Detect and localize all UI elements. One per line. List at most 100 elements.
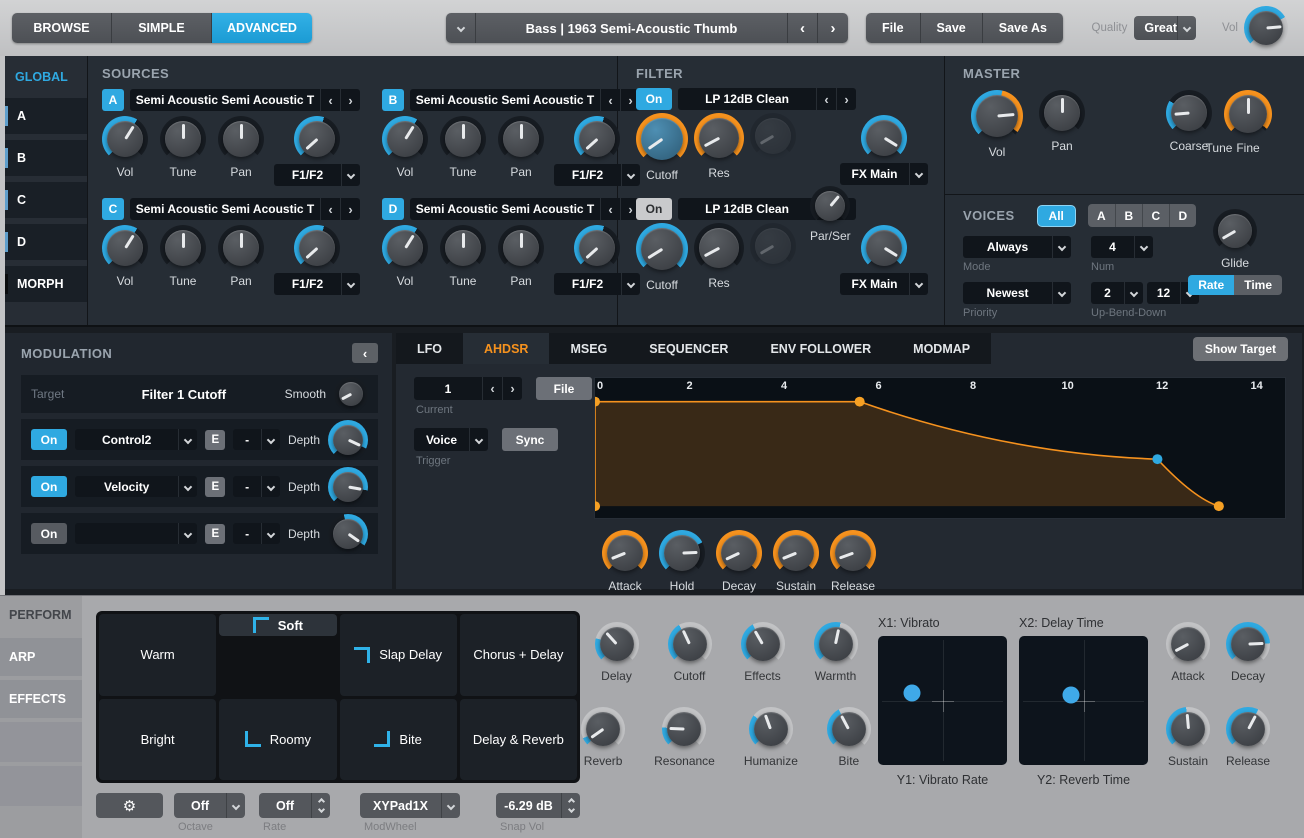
top-vol-knob[interactable]	[1244, 6, 1288, 50]
env-release-knob[interactable]: Release	[830, 530, 876, 593]
tab-browse[interactable]: BROWSE	[12, 13, 112, 43]
bend-up-select[interactable]: 2	[1091, 282, 1143, 304]
sidebar-item-arp[interactable]: ARP	[0, 638, 82, 676]
source-name[interactable]: Semi Acoustic Semi Acoustic T	[410, 198, 600, 220]
save-button[interactable]: Save	[921, 13, 983, 43]
filter1-drive-knob[interactable]	[750, 113, 796, 159]
pad-bright[interactable]: Bright	[99, 699, 216, 781]
source-vol-knob[interactable]: Vol	[102, 225, 148, 288]
source-tune-knob[interactable]: Tune	[160, 225, 206, 288]
voices-all-button[interactable]: All	[1037, 205, 1076, 227]
tab-sequencer[interactable]: SEQUENCER	[628, 333, 749, 364]
pad-delay-reverb[interactable]: Delay & Reverb	[460, 699, 577, 781]
glide-time-button[interactable]: Time	[1234, 275, 1282, 295]
smooth-knob[interactable]	[334, 377, 368, 411]
depth-1-knob[interactable]	[328, 420, 368, 460]
filter-type-prev-button[interactable]: ‹	[816, 88, 836, 110]
file-button[interactable]: File	[866, 13, 921, 43]
tab-advanced[interactable]: ADVANCED	[212, 13, 312, 43]
source-next-button[interactable]: ›	[340, 89, 360, 111]
mod-curve-select[interactable]: -	[233, 429, 280, 450]
mod-on-button[interactable]: On	[31, 523, 67, 544]
source-name[interactable]: Semi Acoustic Semi Acoustic T	[410, 89, 600, 111]
perf-humanize-knob[interactable]: Humanize	[744, 707, 798, 768]
perf-sustain-knob[interactable]: Sustain	[1166, 707, 1210, 768]
preset-prev-button[interactable]: ‹	[788, 13, 818, 43]
perf-effects-knob[interactable]: Effects	[741, 622, 785, 683]
env-hold-knob[interactable]: Hold	[659, 530, 705, 593]
sidebar-item-effects[interactable]: EFFECTS	[0, 680, 82, 718]
envelope-next-button[interactable]: ›	[502, 377, 522, 400]
source-vol-knob[interactable]: Vol	[102, 116, 148, 179]
source-badge[interactable]: B	[382, 89, 404, 111]
source-badge[interactable]: A	[102, 89, 124, 111]
sidebar-item-global[interactable]: GLOBAL	[5, 66, 87, 98]
collapse-panel-button[interactable]: ‹	[352, 343, 378, 363]
fx-route-select[interactable]: FX Main	[840, 273, 928, 295]
preset-next-button[interactable]: ›	[818, 13, 848, 43]
perf-resonance-knob[interactable]: Resonance	[654, 707, 715, 768]
filter2-on-button[interactable]: On	[636, 198, 672, 220]
par-ser-knob[interactable]: Par/Ser	[810, 186, 851, 243]
preset-menu-button[interactable]	[446, 13, 476, 43]
env-decay-knob[interactable]: Decay	[716, 530, 762, 593]
transform-pad-settings-button[interactable]: ⚙	[96, 793, 163, 818]
tab-mseg[interactable]: MSEG	[549, 333, 628, 364]
envelope-file-button[interactable]: File	[536, 377, 592, 400]
tab-lfo[interactable]: LFO	[396, 333, 463, 364]
source-badge[interactable]: C	[102, 198, 124, 220]
filter2-drive-knob[interactable]	[750, 223, 796, 269]
source-prev-button[interactable]: ‹	[320, 198, 340, 220]
source-badge[interactable]: D	[382, 198, 404, 220]
mod-edit-button[interactable]: E	[205, 430, 225, 450]
xy-pad-1[interactable]	[878, 636, 1007, 765]
pad-chorus-delay[interactable]: Chorus + Delay	[460, 614, 577, 696]
target-value[interactable]: Filter 1 Cutoff	[91, 387, 277, 402]
mod-source-select[interactable]: Velocity	[75, 476, 197, 497]
perf-warmth-knob[interactable]: Warmth	[814, 622, 858, 683]
tab-simple[interactable]: SIMPLE	[112, 13, 212, 43]
sidebar-item-c[interactable]: C	[5, 182, 87, 218]
sidebar-item-d[interactable]: D	[5, 224, 87, 260]
env-attack-knob[interactable]: Attack	[602, 530, 648, 593]
pad-roomy[interactable]: Roomy	[219, 699, 336, 781]
glide-knob[interactable]: Glide	[1213, 209, 1257, 270]
source-filter-morph-knob[interactable]	[574, 116, 620, 162]
perf-release-knob[interactable]: Release	[1226, 707, 1270, 768]
xy-pad-1-handle[interactable]	[903, 684, 920, 701]
depth-3-knob[interactable]	[328, 514, 368, 554]
filter2-type[interactable]: LP 12dB Clean	[678, 198, 816, 220]
source-name[interactable]: Semi Acoustic Semi Acoustic T	[130, 89, 320, 111]
source-prev-button[interactable]: ‹	[320, 89, 340, 111]
sidebar-item-perform[interactable]: PERFORM	[0, 608, 82, 622]
tab-modmap[interactable]: MODMAP	[892, 333, 991, 364]
sidebar-item-a[interactable]: A	[5, 98, 87, 134]
env-sustain-knob[interactable]: Sustain	[773, 530, 819, 593]
source-name[interactable]: Semi Acoustic Semi Acoustic T	[130, 198, 320, 220]
source-filter-morph-knob[interactable]	[294, 116, 340, 162]
envelope-prev-button[interactable]: ‹	[482, 377, 502, 400]
filter1-res-knob[interactable]: Res	[694, 113, 744, 180]
pad-slap-delay[interactable]: Slap Delay	[340, 614, 457, 696]
mod-curve-select[interactable]: -	[233, 476, 280, 497]
perf-reverb-knob[interactable]: Reverb	[581, 707, 625, 768]
source-pan-knob[interactable]: Pan	[498, 225, 544, 288]
mod-edit-button[interactable]: E	[205, 477, 225, 497]
perf-cutoff-knob[interactable]: Cutoff	[668, 622, 712, 683]
tab-env-follower[interactable]: ENV FOLLOWER	[749, 333, 892, 364]
octave-select[interactable]: Off	[174, 793, 245, 818]
mod-edit-button[interactable]: E	[205, 524, 225, 544]
filter-type-next-button[interactable]: ›	[836, 88, 856, 110]
pad-bite[interactable]: Bite	[340, 699, 457, 781]
filter-route-select[interactable]: F1/F2	[274, 273, 360, 295]
voices-priority-select[interactable]: Newest	[963, 282, 1071, 304]
rate-stepper[interactable]: Off	[259, 793, 330, 818]
filter1-cutoff-knob[interactable]: Cutoff	[636, 113, 688, 182]
envelope-curve[interactable]	[595, 378, 1285, 518]
perf-bite-knob[interactable]: Bite	[827, 707, 871, 768]
mod-source-select[interactable]	[75, 523, 197, 544]
filter-route-select[interactable]: F1/F2	[274, 164, 360, 186]
mod-on-button[interactable]: On	[31, 429, 67, 450]
save-as-button[interactable]: Save As	[983, 13, 1063, 43]
sync-button[interactable]: Sync	[502, 428, 558, 451]
